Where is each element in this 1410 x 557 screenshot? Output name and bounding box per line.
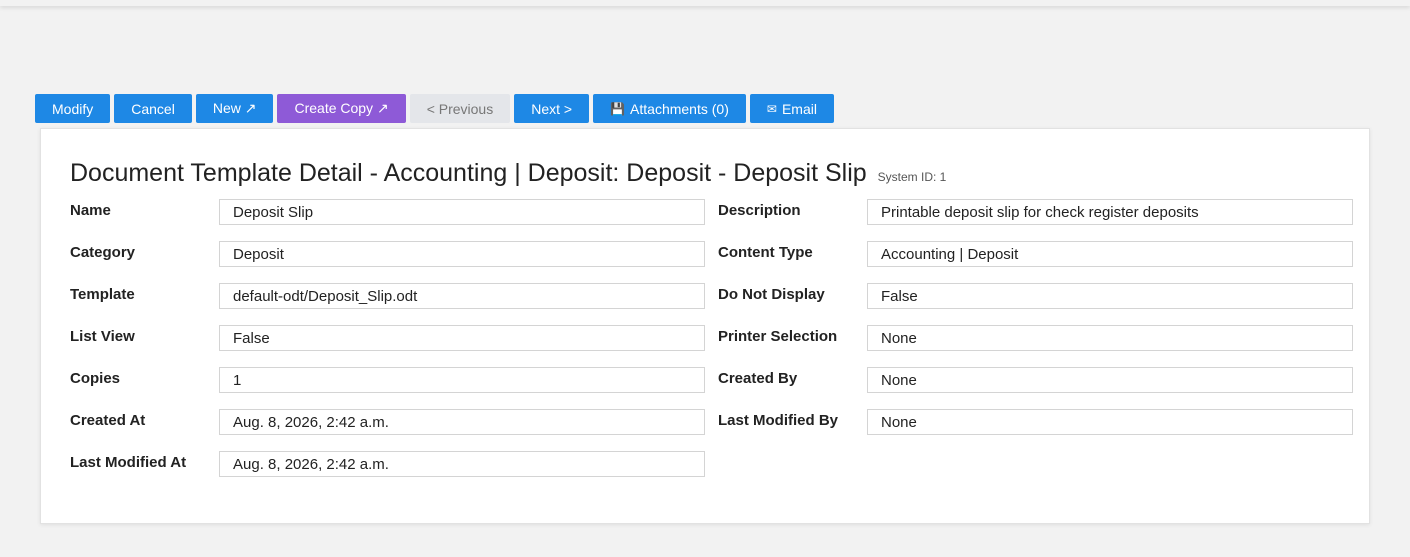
- attachments-label: Attachments (0): [630, 100, 729, 117]
- new-button[interactable]: New ↗: [195, 94, 274, 123]
- previous-button[interactable]: < Previous: [409, 94, 511, 123]
- template-label: Template: [70, 286, 135, 303]
- email-button[interactable]: ✉ Email: [749, 94, 834, 123]
- content-type-label: Content Type: [718, 244, 813, 261]
- copies-label: Copies: [70, 370, 121, 387]
- created-by-label: Created By: [718, 370, 798, 387]
- content-type-value: Accounting | Deposit: [867, 241, 1353, 267]
- top-navbar: [0, 0, 1410, 6]
- last-modified-by-label: Last Modified By: [718, 412, 839, 429]
- floppy-disk-icon: 💾: [610, 101, 626, 116]
- email-label: Email: [781, 100, 817, 117]
- created-by-value: None: [867, 367, 1353, 393]
- next-button[interactable]: Next >: [514, 94, 590, 123]
- name-value: Deposit Slip: [219, 199, 705, 225]
- category-value: Deposit: [219, 241, 705, 267]
- list-view-label: List View: [70, 328, 135, 345]
- detail-card: Document Template Detail - Accounting | …: [40, 128, 1370, 524]
- attachments-button[interactable]: 💾 Attachments (0): [593, 94, 746, 123]
- printer-selection-value: None: [867, 325, 1353, 351]
- last-modified-at-value: Aug. 8, 2026, 2:42 a.m.: [219, 451, 705, 477]
- printer-selection-label: Printer Selection: [718, 328, 838, 345]
- category-label: Category: [70, 244, 136, 261]
- page-title: Document Template Detail - Accounting | …: [70, 159, 946, 188]
- do-not-display-label: Do Not Display: [718, 286, 825, 303]
- do-not-display-value: False: [867, 283, 1353, 309]
- cancel-button[interactable]: Cancel: [114, 94, 192, 123]
- description-label: Description: [718, 202, 801, 219]
- created-at-label: Created At: [70, 412, 146, 429]
- modify-button[interactable]: Modify: [35, 94, 111, 123]
- create-copy-button[interactable]: Create Copy ↗: [277, 94, 406, 123]
- action-toolbar: Modify Cancel New ↗ Create Copy ↗ < Prev…: [35, 94, 834, 123]
- copies-value: 1: [219, 367, 705, 393]
- page-title-text: Document Template Detail - Accounting | …: [70, 159, 867, 187]
- system-id: System ID: 1: [877, 170, 947, 184]
- last-modified-by-value: None: [867, 409, 1353, 435]
- list-view-value: False: [219, 325, 705, 351]
- description-value: Printable deposit slip for check registe…: [867, 199, 1353, 225]
- envelope-icon: ✉: [766, 101, 777, 116]
- name-label: Name: [70, 202, 111, 219]
- last-modified-at-label: Last Modified At: [70, 454, 187, 471]
- template-value: default-odt/Deposit_Slip.odt: [219, 283, 705, 309]
- created-at-value: Aug. 8, 2026, 2:42 a.m.: [219, 409, 705, 435]
